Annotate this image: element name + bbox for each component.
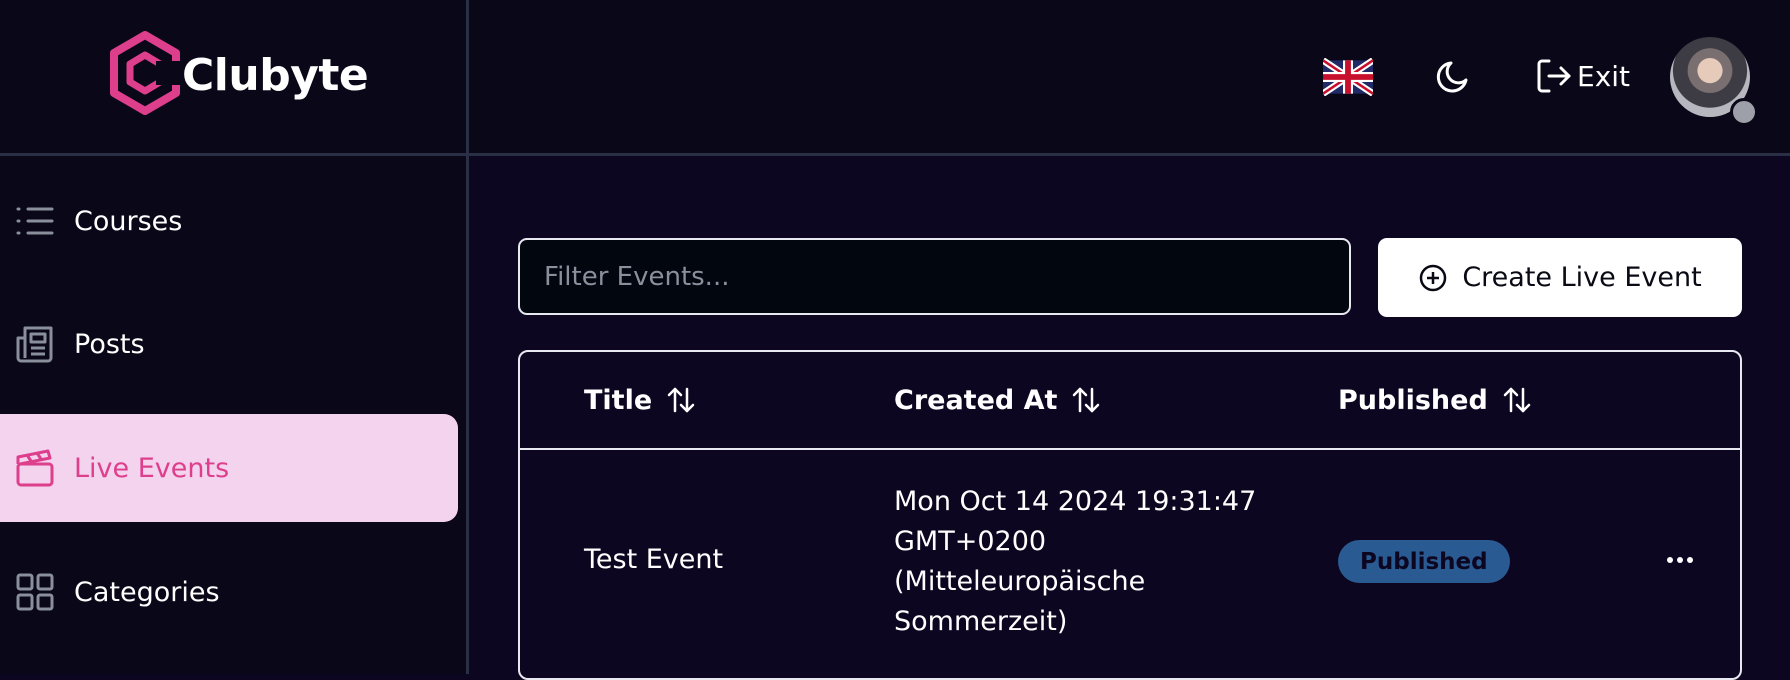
header-divider [0,153,1790,156]
more-actions-icon[interactable] [1662,542,1698,578]
logout-icon [1535,57,1573,95]
create-live-event-label: Create Live Event [1462,262,1702,293]
plus-circle-icon [1418,263,1448,293]
column-header-title[interactable]: Title [584,352,696,448]
sidebar-item-categories[interactable]: Categories [0,538,458,646]
filter-events-input[interactable] [518,238,1351,315]
event-created-at: Mon Oct 14 2024 19:31:47 GMT+0200 (Mitte… [894,486,1257,637]
status-badge: Published [1338,540,1510,583]
exit-label: Exit [1577,59,1631,93]
sort-icon [1502,385,1532,415]
newspaper-icon [15,324,55,364]
exit-button[interactable]: Exit [1535,55,1630,97]
event-title: Test Event [584,544,724,575]
list-icon [15,201,55,241]
sidebar-item-label: Courses [74,205,183,237]
column-header-created-at[interactable]: Created At [894,352,1101,448]
sidebar-item-posts[interactable]: Posts [0,290,458,398]
uk-flag-icon[interactable] [1323,58,1373,96]
clubyte-logo-icon [110,31,180,119]
sort-icon [666,385,696,415]
moon-icon[interactable] [1434,56,1474,96]
column-header-published[interactable]: Published [1338,352,1532,448]
create-live-event-button[interactable]: Create Live Event [1378,238,1742,317]
status-dot [1730,98,1758,126]
sort-icon [1071,385,1101,415]
brand-name: Clubyte [182,49,369,101]
sidebar-item-label: Live Events [74,452,230,484]
sidebar-item-live-events[interactable]: Live Events [0,414,458,522]
sidebar-item-label: Posts [74,328,145,360]
sidebar-item-courses[interactable]: Courses [0,167,458,275]
clapperboard-icon [15,448,55,488]
grid-icon [15,572,55,612]
sidebar-item-label: Categories [74,576,220,608]
sidebar-divider [466,0,469,674]
table-header: Title Created At Published [520,352,1740,450]
brand-logo[interactable]: Clubyte [110,31,369,119]
events-table: Title Created At Published Test Event Mo… [518,350,1742,680]
